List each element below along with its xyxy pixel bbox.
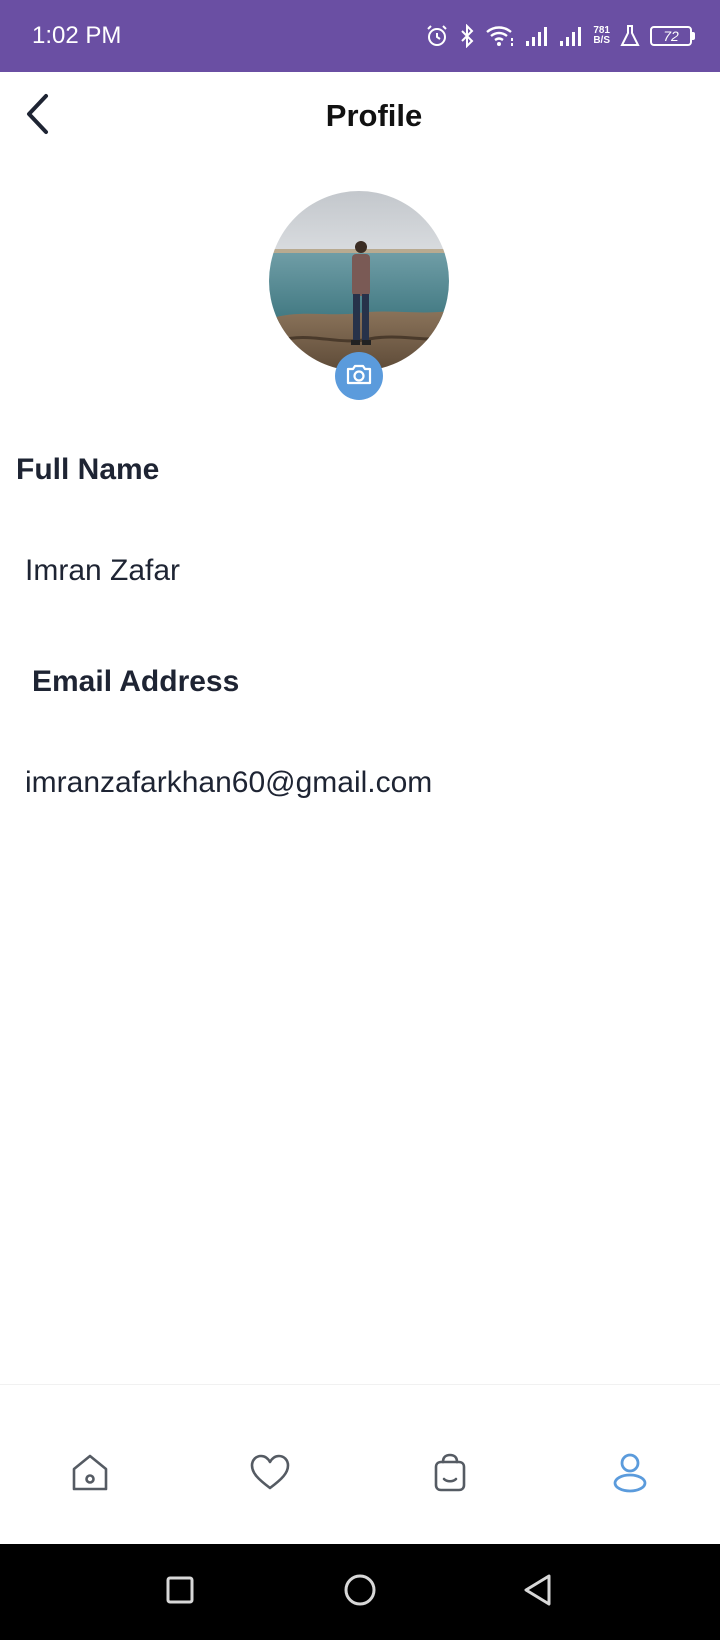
status-icons: 781 B/S 72 [425, 20, 695, 52]
signal-icon [559, 24, 583, 48]
status-time: 1:02 PM [32, 22, 122, 49]
full-name-field[interactable] [25, 551, 685, 591]
shopping-bag-icon [428, 1451, 472, 1500]
email-field[interactable] [25, 763, 685, 803]
battery-indicator: 72 [650, 26, 695, 46]
signal-icon [525, 24, 549, 48]
bluetooth-icon [459, 24, 475, 48]
user-icon [608, 1451, 652, 1500]
page-title: Profile [325, 98, 423, 133]
alarm-icon [425, 24, 449, 48]
full-name-label: Full Name [16, 453, 160, 486]
nav-home-button[interactable] [60, 1445, 120, 1505]
status-bar: 1:02 PM 781 B/S 72 [0, 0, 720, 72]
recents-button[interactable] [156, 1568, 204, 1616]
nav-favorites-button[interactable] [240, 1445, 300, 1505]
recents-icon [164, 1574, 196, 1611]
profile-avatar[interactable] [269, 191, 449, 371]
heart-icon [248, 1451, 292, 1500]
system-back-button[interactable] [514, 1568, 562, 1616]
network-speed: 781 B/S [593, 26, 610, 46]
nav-bag-button[interactable] [420, 1445, 480, 1505]
profile-screen: 1:02 PM 781 B/S 72 Profile Full Name Imr… [0, 0, 720, 1640]
system-home-button[interactable] [336, 1568, 384, 1616]
camera-icon [345, 362, 373, 391]
wifi-icon [485, 24, 515, 48]
home-circle-icon [342, 1572, 378, 1613]
nav-profile-button[interactable] [600, 1445, 660, 1505]
change-photo-button[interactable] [335, 352, 383, 400]
home-icon [68, 1451, 112, 1500]
system-navigation-bar [0, 1544, 720, 1640]
lab-icon [620, 24, 640, 48]
header: Profile [0, 72, 720, 160]
network-speed-unit: B/S [593, 35, 610, 46]
bottom-navigation [0, 1384, 720, 1545]
email-label: Email Address [32, 665, 240, 698]
back-triangle-icon [521, 1572, 555, 1613]
